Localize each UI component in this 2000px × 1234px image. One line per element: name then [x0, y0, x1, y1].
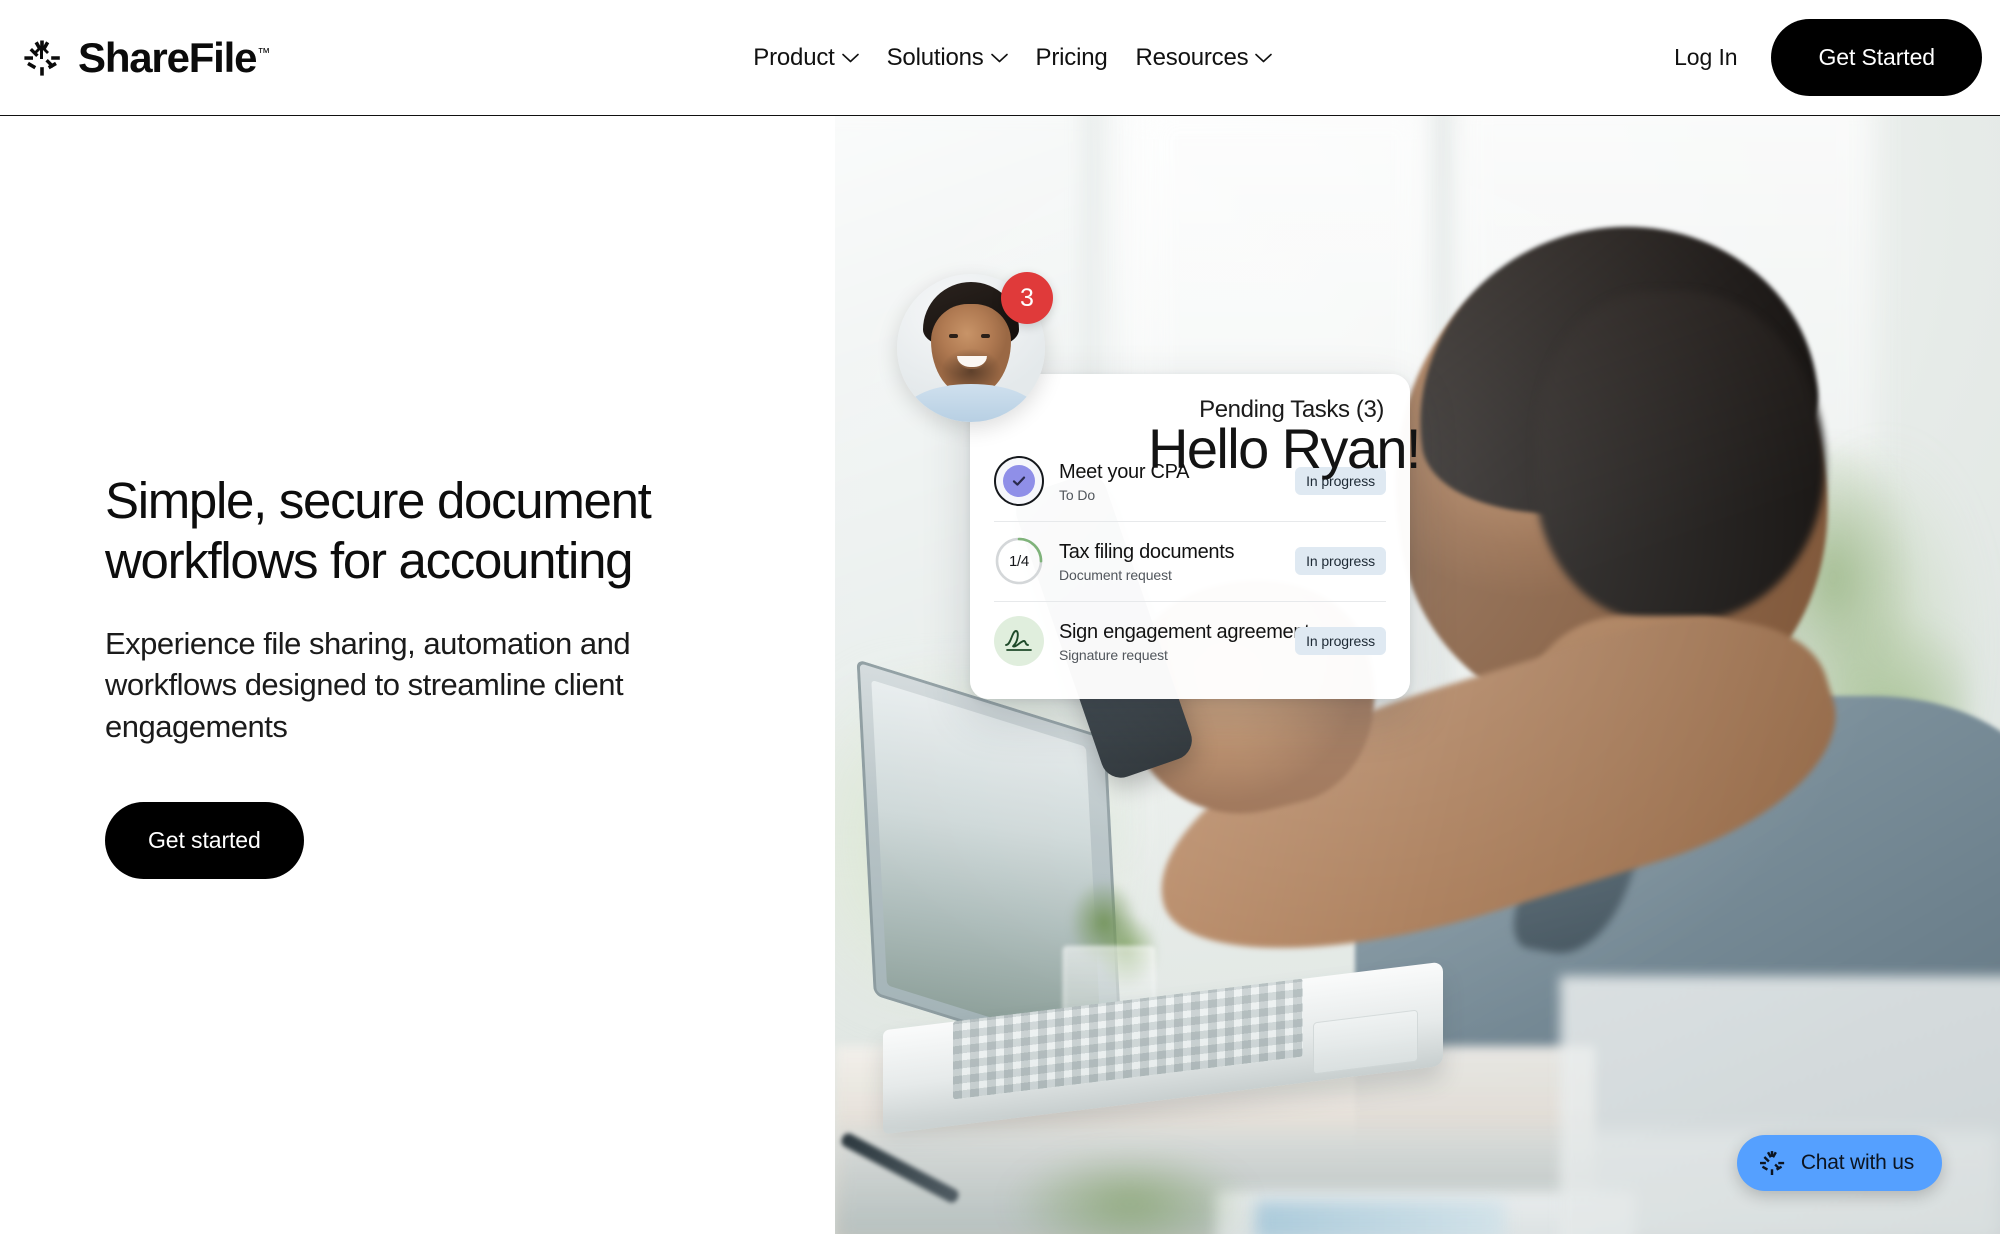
nav-item-product[interactable]: Product [753, 43, 859, 72]
chevron-down-icon [1255, 53, 1273, 62]
task-name: Tax filing documents [1059, 540, 1235, 563]
chevron-down-icon [990, 53, 1008, 62]
page-title: Simple, secure document workflows for ac… [105, 471, 652, 590]
greeting-text: Hello Ryan! [1148, 417, 1421, 480]
header-actions: Log In Get Started [1664, 19, 1982, 96]
avatar-eye-left [949, 334, 958, 338]
task-name: Sign engagement agreement [1059, 620, 1310, 643]
trademark-symbol: ™ [257, 44, 271, 60]
sharefile-starburst-icon [24, 40, 60, 76]
hero-section: Simple, secure document workflows for ac… [0, 116, 2000, 1234]
task-text: Sign engagement agreement Signature requ… [1059, 620, 1310, 663]
hero-get-started-button[interactable]: Get started [105, 802, 304, 880]
brand-name: ShareFile™ [78, 33, 271, 81]
brand-logo-link[interactable]: ShareFile™ [20, 36, 270, 80]
avatar-eye-right [981, 334, 990, 338]
hero-copy-panel: Simple, secure document workflows for ac… [0, 116, 835, 1234]
chevron-down-icon [841, 53, 859, 62]
signature-icon [994, 616, 1044, 666]
nav-label: Product [753, 43, 835, 71]
task-kind: Signature request [1059, 646, 1168, 663]
task-kind: To Do [1059, 486, 1096, 503]
sharefile-starburst-icon [1759, 1151, 1784, 1175]
status-badge: In progress [1295, 547, 1386, 575]
progress-ring-icon: 1/4 [994, 536, 1044, 586]
log-in-link[interactable]: Log In [1664, 36, 1747, 79]
nav-label: Pricing [1035, 43, 1108, 71]
check-mark-icon [1012, 476, 1026, 486]
nav-label: Resources [1135, 43, 1249, 71]
nav-item-solutions[interactable]: Solutions [887, 44, 1008, 72]
progress-label: 1/4 [1009, 552, 1029, 570]
task-row[interactable]: Sign engagement agreement Signature requ… [994, 602, 1386, 681]
notification-badge: 3 [1001, 272, 1053, 324]
hero-image-panel: 3 Hello Ryan! Pending Tasks (3) Meet you… [835, 116, 2000, 1234]
primary-nav: Product Solutions Pricing Resources [753, 43, 1273, 72]
nav-label: Solutions [886, 43, 984, 71]
chat-with-us-button[interactable]: Chat with us [1736, 1135, 1942, 1191]
nav-item-pricing[interactable]: Pricing [1036, 44, 1108, 72]
task-kind: Document request [1059, 566, 1172, 583]
check-circle-icon [994, 456, 1044, 506]
task-text: Tax filing documents Document request [1059, 540, 1280, 583]
get-started-button[interactable]: Get Started [1771, 19, 1982, 96]
hero-subtitle: Experience file sharing, automation and … [105, 625, 631, 744]
status-badge: In progress [1295, 627, 1386, 655]
site-header: ShareFile™ Product Solutions Pricing Res… [0, 0, 2000, 116]
chat-label: Chat with us [1800, 1151, 1914, 1174]
signature-glyph-icon [1005, 630, 1032, 651]
task-row[interactable]: 1/4 Tax filing documents Document reques… [994, 522, 1386, 602]
nav-item-resources[interactable]: Resources [1136, 44, 1273, 72]
